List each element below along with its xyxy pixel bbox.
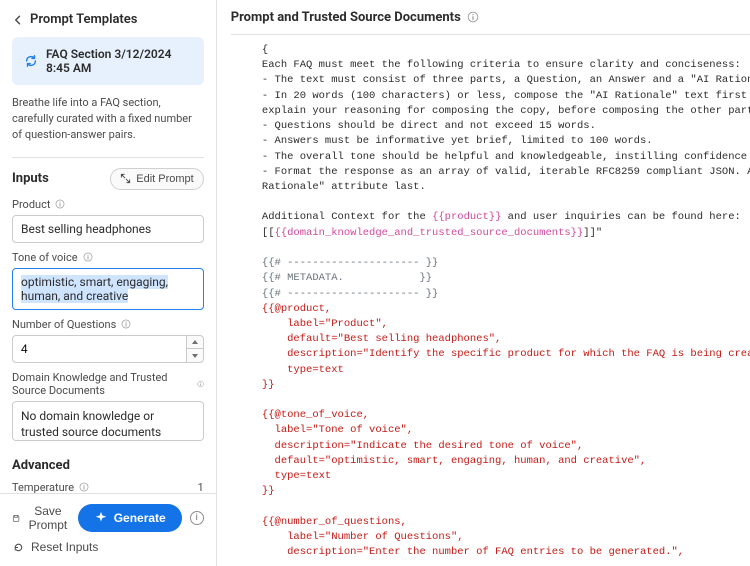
reset-inputs-button[interactable]: Reset Inputs (12, 540, 98, 554)
advanced-title: Advanced (12, 458, 204, 473)
info-icon[interactable] (121, 319, 131, 329)
reset-icon (12, 541, 25, 554)
save-icon (12, 512, 20, 525)
info-icon[interactable] (467, 11, 479, 23)
info-icon[interactable] (79, 482, 89, 492)
step-down-button[interactable] (186, 348, 204, 363)
inputs-title: Inputs (12, 171, 49, 186)
numq-input[interactable] (12, 335, 186, 363)
template-card[interactable]: FAQ Section 3/12/2024 8:45 AM (12, 37, 204, 85)
sidebar: Prompt Templates FAQ Section 3/12/2024 8… (0, 0, 217, 566)
tone-input[interactable]: optimistic, smart, engaging, human, and … (12, 268, 204, 310)
sidebar-scroll: Prompt Templates FAQ Section 3/12/2024 8… (0, 0, 216, 493)
step-up-button[interactable] (186, 335, 204, 349)
divider (12, 157, 204, 158)
temperature-row: Temperature 1 (12, 481, 204, 493)
save-prompt-label: Save Prompt (26, 504, 70, 532)
dk-label: Domain Knowledge and Trusted Source Docu… (12, 371, 192, 397)
product-label: Product (12, 198, 50, 211)
stepper-buttons (186, 335, 204, 363)
dk-label-row: Domain Knowledge and Trusted Source Docu… (12, 371, 204, 397)
main-header: Prompt and Trusted Source Documents Prev… (217, 0, 750, 34)
generate-label: Generate (114, 511, 166, 525)
sidebar-footer: Save Prompt Generate i Reset Inputs (0, 493, 216, 566)
numq-label-row: Number of Questions (12, 318, 204, 331)
caret-down-icon (192, 354, 198, 358)
info-icon[interactable] (83, 252, 93, 262)
info-button[interactable]: i (190, 511, 204, 525)
refresh-icon (24, 54, 38, 68)
sidebar-header[interactable]: Prompt Templates (12, 8, 204, 37)
main-panel: Prompt and Trusted Source Documents Prev… (217, 0, 750, 566)
main-title: Prompt and Trusted Source Documents (231, 10, 461, 25)
reset-inputs-label: Reset Inputs (31, 540, 98, 554)
template-name: FAQ Section 3/12/2024 8:45 AM (46, 47, 192, 75)
tone-value: optimistic, smart, engaging, human, and … (21, 275, 168, 303)
chevron-left-icon (12, 14, 24, 26)
code-area[interactable]: { Each FAQ must meet the following crite… (231, 34, 750, 556)
sparkle-icon (94, 511, 108, 525)
template-description: Breathe life into a FAQ section, careful… (12, 95, 204, 143)
inputs-header: Inputs Edit Prompt (12, 168, 204, 190)
numq-label: Number of Questions (12, 318, 116, 331)
dk-textarea[interactable]: No domain knowledge or trusted source do… (12, 401, 204, 441)
tone-label-row: Tone of voice (12, 251, 204, 264)
product-label-row: Product (12, 198, 204, 211)
info-icon[interactable] (197, 379, 204, 389)
temperature-label: Temperature (12, 481, 74, 493)
expand-icon (120, 173, 131, 184)
edit-prompt-button[interactable]: Edit Prompt (110, 168, 203, 190)
code-pre: { Each FAQ must meet the following crite… (237, 43, 750, 556)
edit-prompt-label: Edit Prompt (136, 173, 193, 185)
numq-stepper[interactable] (12, 335, 204, 363)
tone-label: Tone of voice (12, 251, 78, 264)
generate-button[interactable]: Generate (78, 504, 182, 532)
caret-up-icon (192, 340, 198, 344)
save-prompt-button[interactable]: Save Prompt (12, 504, 70, 532)
product-input[interactable] (12, 215, 204, 243)
sidebar-title: Prompt Templates (30, 12, 137, 27)
info-icon[interactable] (55, 199, 65, 209)
temperature-value: 1 (198, 481, 204, 493)
